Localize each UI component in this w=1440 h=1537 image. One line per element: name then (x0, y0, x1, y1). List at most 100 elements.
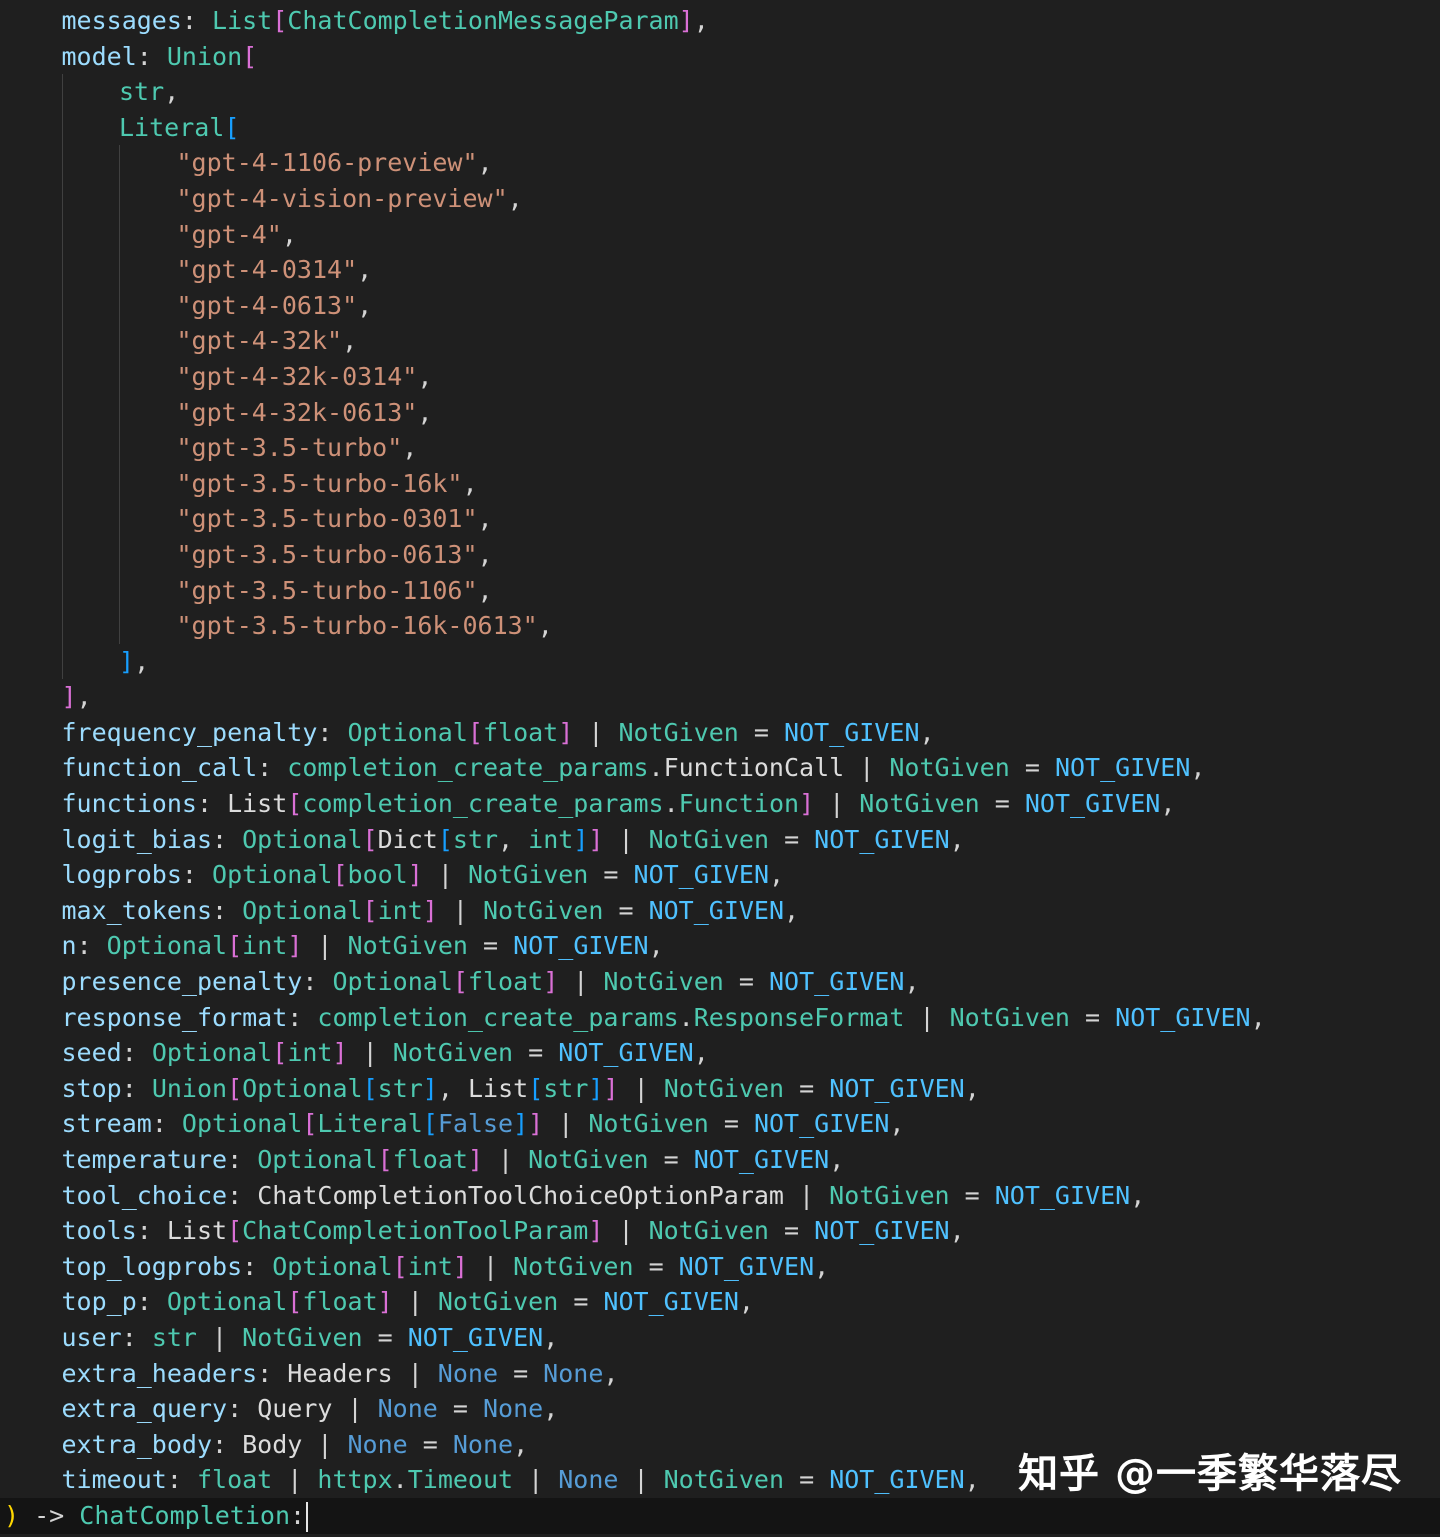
code-line[interactable]: ) -> ChatCompletion: (0, 1497, 1440, 1534)
indent-guide (62, 572, 63, 609)
code-line[interactable]: "gpt-4-32k", (0, 323, 1440, 359)
code-line[interactable]: functions: List[completion_create_params… (0, 786, 1440, 822)
code-token: Dict (377, 824, 438, 854)
code-line[interactable]: "gpt-4-32k-0314", (0, 358, 1440, 395)
indent-guide (62, 501, 63, 537)
code-token: ] (528, 1109, 544, 1139)
code-token: , (281, 219, 297, 249)
code-token: ] (452, 1251, 468, 1281)
code-area[interactable]: messages: List[ChatCompletionMessagePara… (0, 3, 1440, 1534)
code-token: None (437, 1358, 499, 1388)
code-line[interactable]: ], (0, 679, 1440, 715)
code-line[interactable]: tools: List[ChatCompletionToolParam] | N… (0, 1213, 1440, 1249)
code-line[interactable]: extra_headers: Headers | None = None, (0, 1356, 1440, 1392)
code-token: ] (407, 860, 423, 890)
code-line[interactable]: "gpt-4-32k-0613", (0, 394, 1440, 431)
code-line[interactable]: "gpt-3.5-turbo-1106", (0, 572, 1440, 609)
indent-guide (62, 109, 63, 146)
code-token: frequency_penalty (61, 717, 318, 747)
code-token: Optional (242, 895, 363, 925)
code-token: , (477, 539, 493, 569)
code-token: ] (558, 717, 574, 747)
code-line[interactable]: "gpt-3.5-turbo-0301", (0, 501, 1440, 537)
watermark-text: 知乎 @一季繁华落尽 (1018, 1451, 1402, 1497)
code-token: ] (588, 1073, 604, 1103)
code-line[interactable]: "gpt-4-1106-preview", (0, 145, 1440, 181)
code-token: NOT_GIVEN (814, 824, 950, 854)
code-line[interactable]: "gpt-3.5-turbo-16k", (0, 465, 1440, 502)
code-line[interactable]: function_call: completion_create_params.… (0, 750, 1440, 786)
code-line[interactable]: stop: Union[Optional[str], List[str]] | … (0, 1071, 1440, 1107)
code-token: List (166, 1216, 228, 1246)
code-line[interactable]: "gpt-3.5-turbo", (0, 430, 1440, 466)
code-token: NOT_GIVEN (693, 1145, 830, 1174)
code-token: extra_query (61, 1394, 228, 1424)
code-token: : (212, 895, 243, 925)
code-token: [ (528, 1073, 544, 1103)
code-token: top_p (61, 1287, 137, 1317)
code-line[interactable]: presence_penalty: Optional[float] | NotG… (0, 964, 1440, 1000)
code-token: : (136, 1216, 167, 1246)
code-token: [ (227, 1216, 243, 1246)
code-token: : (257, 753, 288, 783)
code-line[interactable]: n: Optional[int] | NotGiven = NOT_GIVEN, (0, 928, 1440, 964)
code-line[interactable]: extra_query: Query | None = None, (0, 1391, 1440, 1427)
indent-guide (119, 216, 120, 253)
code-token: = (708, 1109, 754, 1139)
code-token: [ (362, 824, 378, 854)
code-line[interactable]: stream: Optional[Literal[False]] | NotGi… (0, 1106, 1440, 1142)
code-line[interactable]: "gpt-4", (0, 216, 1440, 253)
indent-guide (62, 358, 63, 395)
code-line[interactable]: ], (0, 643, 1440, 680)
code-token: = (362, 1322, 408, 1352)
code-line[interactable]: user: str | NotGiven = NOT_GIVEN, (0, 1320, 1440, 1356)
code-token: None (452, 1429, 514, 1459)
code-line[interactable]: temperature: Optional[float] | NotGiven … (0, 1142, 1440, 1178)
code-line[interactable]: "gpt-4-0314", (0, 252, 1440, 288)
code-line[interactable]: str, (0, 74, 1440, 110)
code-token: extra_body (61, 1429, 213, 1459)
code-token: float (392, 1145, 468, 1174)
code-line[interactable]: response_format: completion_create_param… (0, 1000, 1440, 1036)
code-line[interactable]: frequency_penalty: Optional[float] | Not… (0, 715, 1440, 751)
code-line[interactable]: "gpt-4-vision-preview", (0, 180, 1440, 217)
code-line[interactable]: top_p: Optional[float] | NotGiven = NOT_… (0, 1284, 1440, 1320)
code-line[interactable]: Literal[ (0, 109, 1440, 146)
code-token: , (477, 148, 493, 178)
code-line[interactable]: messages: List[ChatCompletionMessagePara… (0, 3, 1440, 39)
code-token: ] (543, 967, 559, 997)
code-token: logprobs (61, 860, 182, 890)
code-token: : (76, 931, 107, 961)
code-token: "gpt-3.5-turbo" (176, 433, 403, 463)
code-token: NOT_GIVEN (558, 1038, 694, 1068)
code-line[interactable]: max_tokens: Optional[int] | NotGiven = N… (0, 893, 1440, 929)
code-line[interactable]: "gpt-4-0613", (0, 287, 1440, 324)
indent-guide (119, 287, 120, 324)
code-token: NOT_GIVEN (1054, 753, 1191, 783)
code-line[interactable]: logprobs: Optional[bool] | NotGiven = NO… (0, 857, 1440, 893)
indent-guide (62, 145, 63, 181)
code-line[interactable]: model: Union[ (0, 39, 1440, 75)
code-token: [ (392, 1251, 408, 1281)
code-token: NotGiven (528, 1145, 649, 1174)
code-token: | (332, 1394, 378, 1424)
code-line[interactable]: logit_bias: Optional[Dict[str, int]] | N… (0, 822, 1440, 858)
indent-guide (119, 145, 120, 181)
indent-guide (119, 358, 120, 395)
code-token: NotGiven (482, 895, 604, 925)
indent-guide (62, 608, 63, 644)
code-token: Timeout (407, 1465, 514, 1495)
code-editor[interactable]: messages: List[ChatCompletionMessagePara… (0, 0, 1440, 1537)
code-token: Optional (272, 1251, 393, 1281)
code-line[interactable]: seed: Optional[int] | NotGiven = NOT_GIV… (0, 1035, 1440, 1071)
code-line[interactable]: "gpt-3.5-turbo-16k-0613", (0, 608, 1440, 644)
code-token: ] (678, 6, 694, 35)
code-line[interactable]: tool_choice: ChatCompletionToolChoiceOpt… (0, 1178, 1440, 1214)
indent-guide (62, 465, 63, 502)
code-line[interactable]: "gpt-3.5-turbo-0613", (0, 536, 1440, 573)
code-token: List (467, 1073, 529, 1103)
code-token: Query (257, 1394, 333, 1424)
code-token: "gpt-4-0314" (176, 255, 358, 285)
code-token: ] (799, 789, 815, 819)
code-line[interactable]: top_logprobs: Optional[int] | NotGiven =… (0, 1249, 1440, 1285)
